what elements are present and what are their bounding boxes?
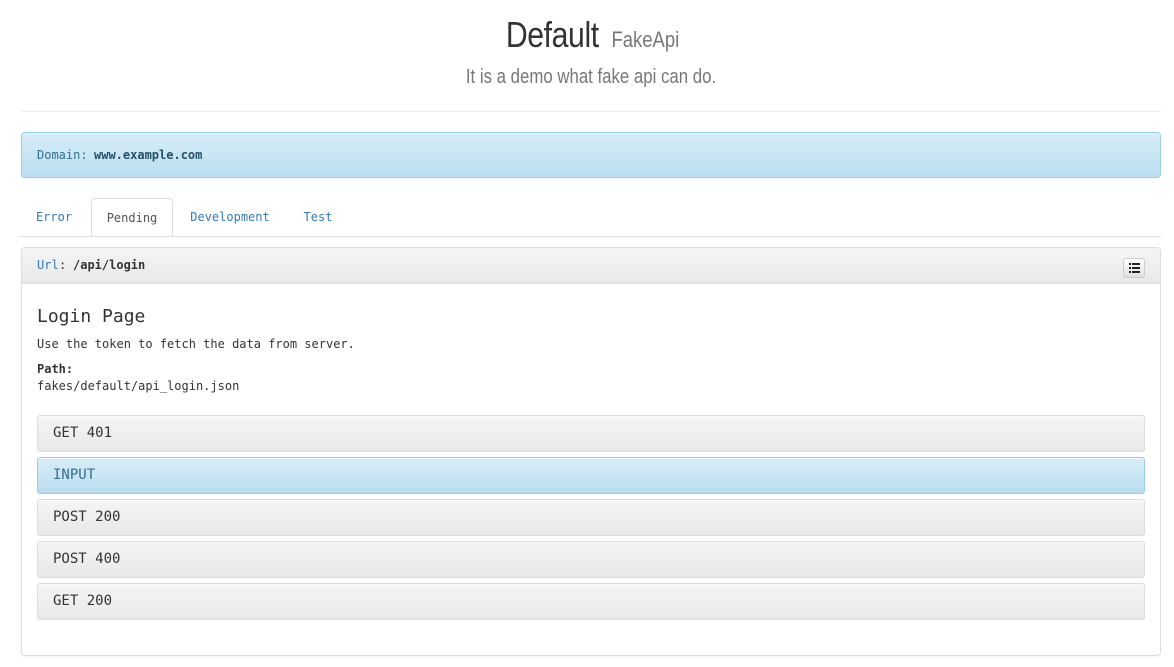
- url-value: /api/login: [73, 258, 146, 272]
- method-label: INPUT: [53, 467, 96, 483]
- page-header: Default FakeApi It is a demo what fake a…: [21, 0, 1161, 112]
- page-title-small: FakeApi: [611, 27, 680, 52]
- panel-heading: Url : /api/login: [22, 248, 1160, 284]
- page-title-main: Default: [505, 14, 599, 55]
- domain-value: www.example.com: [94, 148, 203, 162]
- page-title: Default FakeApi: [21, 14, 1161, 64]
- endpoint-description: Use the token to fetch the data from ser…: [37, 337, 355, 351]
- endpoint-panel: Url : /api/login Login Page Use the toke…: [21, 247, 1161, 656]
- path-value: fakes/default/api_login.json: [37, 379, 240, 393]
- method-row-input[interactable]: INPUT: [37, 457, 1145, 494]
- tab-pending[interactable]: Pending: [91, 198, 173, 236]
- page-subtitle-text: It is a demo what fake api can do.: [465, 66, 717, 88]
- method-label: POST 400: [53, 551, 121, 567]
- method-label: GET 200: [53, 593, 113, 609]
- endpoint-title: Login Page: [37, 306, 146, 327]
- environment-tabs: Error Pending Development Test: [21, 198, 1161, 237]
- tab-development[interactable]: Development: [177, 198, 283, 236]
- method-row-post-200[interactable]: POST 200: [37, 499, 1145, 536]
- url-label[interactable]: Url: [37, 248, 59, 282]
- page-subtitle: It is a demo what fake api can do.: [21, 66, 1161, 89]
- list-icon: [1129, 263, 1140, 273]
- path-label: Path:: [37, 362, 74, 376]
- list-toggle-button[interactable]: [1123, 258, 1145, 278]
- method-row-get-401[interactable]: GET 401: [37, 415, 1145, 452]
- domain-alert: Domain: www.example.com: [21, 132, 1161, 178]
- method-label: GET 401: [53, 425, 113, 441]
- tab-error[interactable]: Error: [21, 198, 87, 236]
- method-label: POST 200: [53, 509, 121, 525]
- method-row-post-400[interactable]: POST 400: [37, 541, 1145, 578]
- tab-test[interactable]: Test: [287, 198, 349, 236]
- url-separator: :: [59, 258, 67, 272]
- method-row-get-200[interactable]: GET 200: [37, 583, 1145, 620]
- domain-label: Domain:: [37, 148, 88, 162]
